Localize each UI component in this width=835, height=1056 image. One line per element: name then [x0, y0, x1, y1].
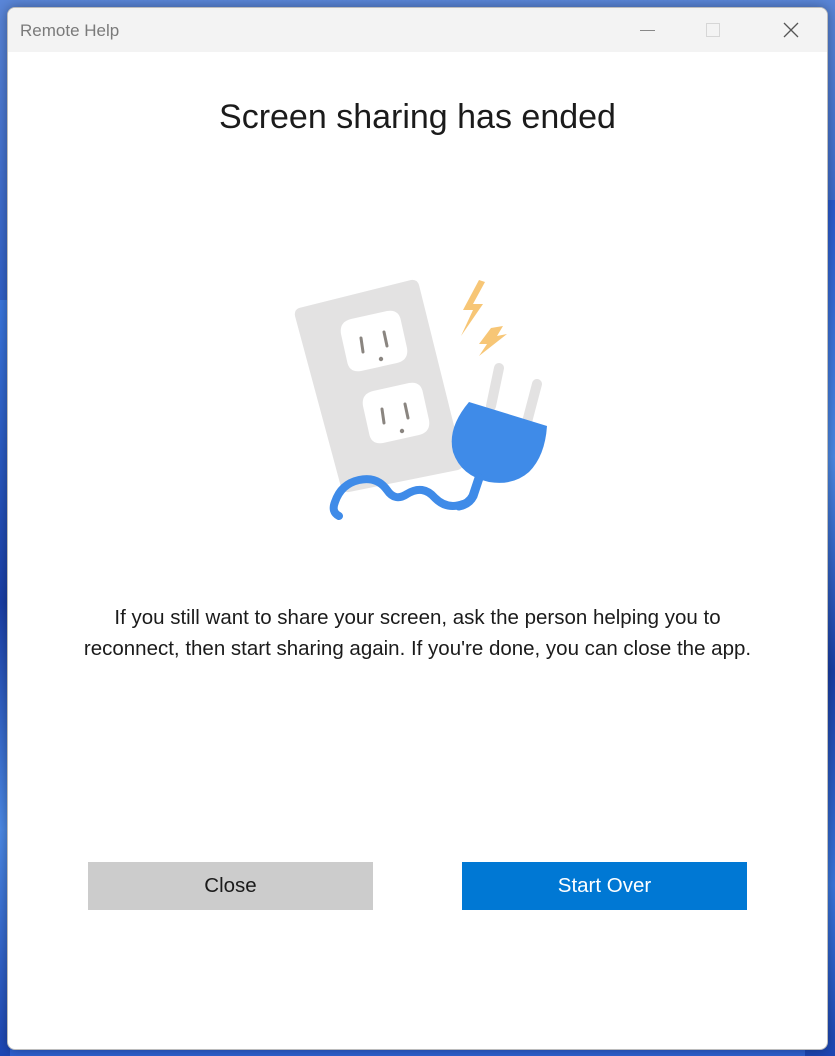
spark-icon — [461, 280, 507, 356]
minimize-icon — [639, 29, 655, 31]
window-title: Remote Help — [20, 21, 120, 40]
close-window-button[interactable] — [759, 8, 823, 52]
maximize-button[interactable] — [681, 8, 745, 52]
start-over-button[interactable]: Start Over — [462, 862, 747, 910]
info-message-line-2: reconnect, then start sharing again. If … — [83, 637, 752, 660]
close-icon — [783, 22, 799, 38]
minimize-button[interactable] — [615, 8, 679, 52]
info-message: If you still want to share your screen, … — [38, 602, 797, 664]
unplugged-outlet-illustration — [294, 279, 547, 520]
info-message-line-1: If you still want to share your screen, … — [114, 606, 721, 629]
outlet-plate-icon — [294, 279, 464, 493]
maximize-icon — [706, 23, 720, 37]
app-window: Remote Help Screen sharing has ended If … — [7, 7, 828, 1050]
title-bar[interactable]: Remote Help — [8, 8, 827, 52]
close-button[interactable]: Close — [88, 862, 373, 910]
page-title: Screen sharing has ended — [219, 98, 616, 136]
